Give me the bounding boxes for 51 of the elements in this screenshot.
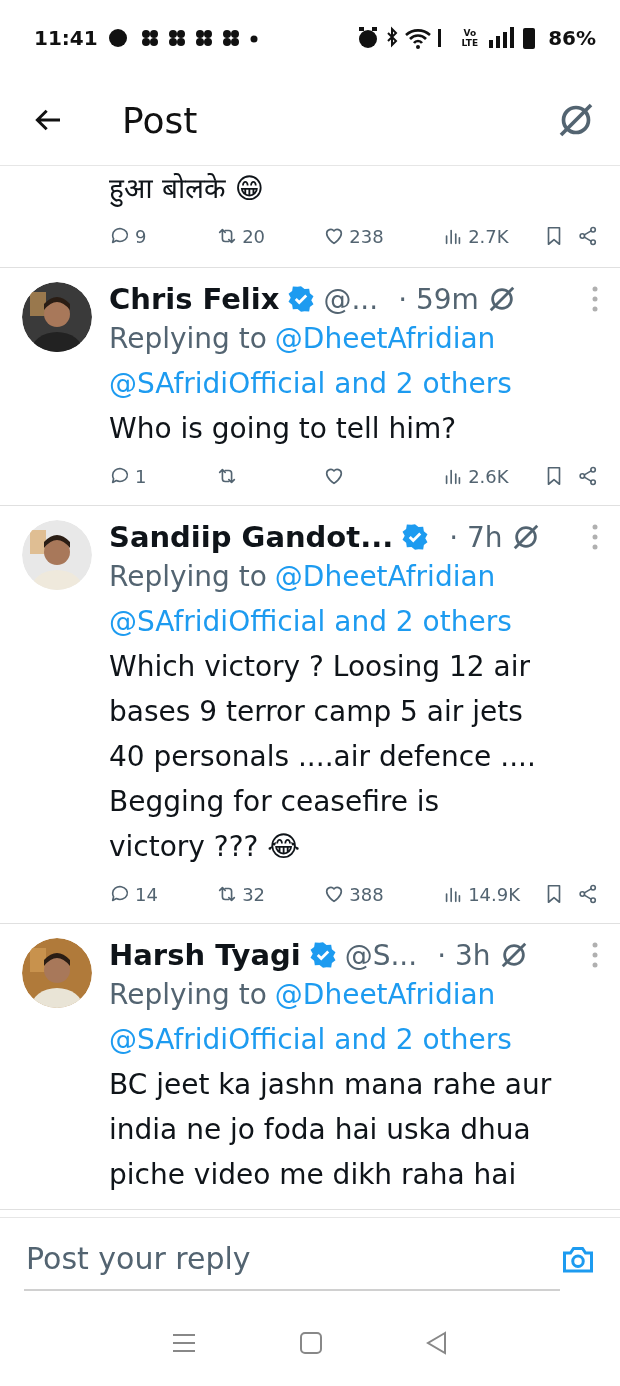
home-square-icon[interactable] — [299, 1331, 323, 1355]
share-icon[interactable] — [576, 883, 599, 905]
mention-link[interactable]: @SAfridiOfficial and 2 others — [109, 361, 512, 406]
post-time: · 3h — [437, 938, 491, 972]
post-text-line: india ne jo foda hai uska dhua — [109, 1112, 532, 1148]
verified-badge-icon — [308, 941, 337, 969]
stat-count: 2.6K — [468, 465, 509, 487]
mention-link[interactable]: @DheetAfridian — [274, 972, 496, 1017]
post-time: · 59m — [398, 282, 479, 316]
stat-count: 14.9K — [468, 883, 521, 905]
post-text: हुआ बोलके 😁 — [109, 171, 265, 209]
post-text-line: piche video me dikh raha hai — [109, 1157, 518, 1193]
replying-label: Replying to — [109, 559, 267, 595]
mention-link[interactable]: @SAfridiOfficial and 2 others — [109, 599, 512, 644]
post-text-line: 40 personals ....air defence .... — [109, 739, 537, 775]
stat-count: 9 — [135, 225, 147, 247]
author-name[interactable]: Sandiip Gandot... — [109, 520, 394, 554]
author-name[interactable]: Chris Felix — [109, 282, 280, 316]
post-text-line: victory ??? 😂 — [109, 829, 302, 865]
reply-input-field[interactable]: Post your reply — [24, 1227, 560, 1291]
post-text-line: Which victory ? Loosing 12 air — [109, 649, 531, 685]
stat-count: 14 — [135, 883, 158, 905]
battery-percent: 86% — [548, 25, 596, 50]
post-text-line: Who is going to tell him? — [109, 411, 458, 447]
post-text-line: bases 9 terror camp 5 air jets — [109, 694, 524, 730]
author-handle: @... — [323, 282, 379, 316]
volte-label: Vo LTE — [461, 27, 479, 48]
mention-link[interactable]: @DheetAfridian — [274, 554, 496, 599]
status-time: 11:41 — [34, 25, 98, 50]
replying-label: Replying to — [109, 321, 267, 357]
verified-badge-icon — [287, 285, 316, 313]
stat-count: 20 — [242, 225, 266, 247]
stat-count: 388 — [349, 883, 384, 905]
post-text-line: Begging for ceasefire is — [109, 784, 441, 820]
stat-count: 1 — [135, 465, 147, 487]
stat-count: 238 — [349, 225, 384, 247]
mention-link[interactable]: @DheetAfridian — [274, 316, 496, 361]
back-triangle-icon[interactable] — [425, 1331, 449, 1355]
page-title: Post — [122, 99, 199, 141]
share-icon[interactable] — [576, 465, 599, 487]
stat-count: 2.7K — [468, 225, 509, 247]
author-handle: @S... — [344, 938, 418, 972]
replying-label: Replying to — [109, 977, 267, 1013]
menu-icon[interactable] — [171, 1332, 197, 1354]
post-text-line: BC jeet ka jashn mana rahe aur — [109, 1067, 553, 1103]
stat-count: 32 — [242, 883, 266, 905]
mention-link[interactable]: @SAfridiOfficial and 2 others — [109, 1017, 512, 1062]
share-icon[interactable] — [576, 225, 599, 247]
post-time: · 7h — [449, 520, 503, 554]
author-name[interactable]: Harsh Tyagi — [109, 938, 301, 972]
verified-badge-icon — [401, 523, 430, 551]
